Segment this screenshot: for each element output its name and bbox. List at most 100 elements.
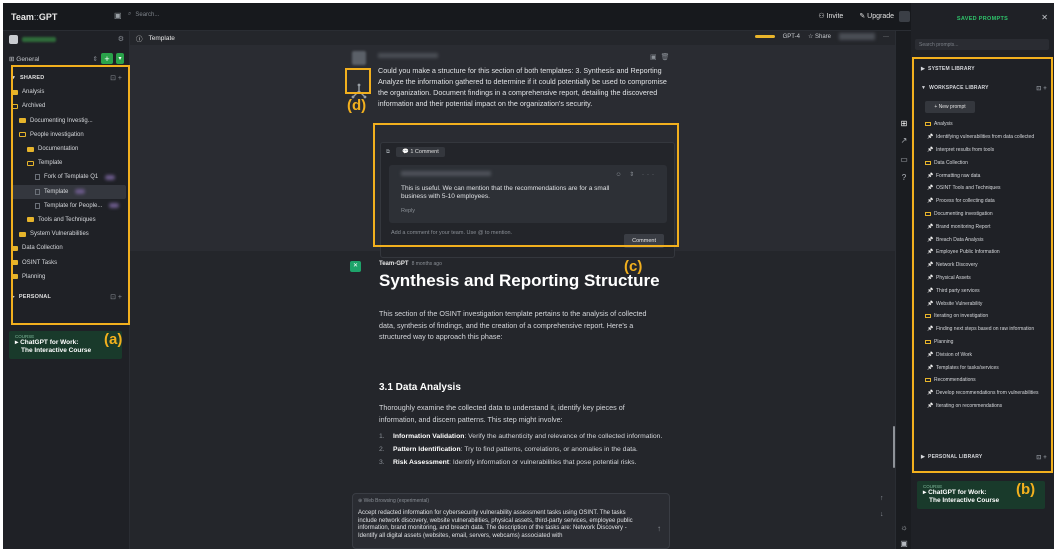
document-icon xyxy=(35,188,40,195)
tree-item[interactable]: Planning xyxy=(11,270,126,284)
prompt-item[interactable]: 📌 Brand monitoring Report xyxy=(925,220,1051,233)
panel-icon[interactable]: ▣ xyxy=(899,539,909,549)
tree-item-label: Data Collection xyxy=(22,245,63,252)
comment-text: This is useful. We can mention that the … xyxy=(401,185,610,200)
global-search[interactable]: ⌕ Search... xyxy=(128,11,159,18)
prompt-item[interactable]: 📌 Templates for tasks/services xyxy=(925,361,1051,374)
invite-button[interactable]: ⚇ Invite xyxy=(818,12,843,20)
composer-input[interactable]: Accept redacted information for cybersec… xyxy=(358,510,638,540)
annotation-label-d: (d) xyxy=(347,97,367,114)
system-library-header[interactable]: ▶ SYSTEM LIBRARY xyxy=(921,66,1047,72)
share-button[interactable]: ☆ Share xyxy=(808,33,831,40)
prompt-item[interactable]: 📌 Network Discovery xyxy=(925,259,1051,272)
folder-icon xyxy=(925,378,931,383)
prompt-item[interactable]: 📌 Process for collecting data xyxy=(925,195,1051,208)
tree-item[interactable]: Fork of Template Q1 xyxy=(11,170,126,184)
user-message-text: Could you make a structure for this sect… xyxy=(378,66,667,108)
tree-item[interactable]: Tools and Techniques xyxy=(11,213,126,227)
tree-item[interactable]: Template for People... xyxy=(11,199,126,213)
brand-logo[interactable]: Team::GPT xyxy=(11,12,57,22)
prompt-search-input[interactable]: Search prompts... xyxy=(915,39,1049,50)
prompt-item[interactable]: 📌 OSINT Tools and Techniques xyxy=(925,182,1051,195)
more-icon[interactable]: ··· xyxy=(883,34,889,40)
tree-item[interactable]: System Vulnerabilities xyxy=(11,227,126,241)
message-composer[interactable]: ⊕ Web Browsing (experimental) Accept red… xyxy=(352,493,670,549)
model-selector[interactable]: GPT-4 xyxy=(783,34,800,40)
scroll-down-icon[interactable]: ↓ xyxy=(880,507,884,523)
tree-item[interactable]: Archived xyxy=(11,99,126,113)
pin-icon: 📌 xyxy=(927,172,934,179)
gear-icon[interactable]: ⚙ xyxy=(118,35,124,43)
workspace-selector[interactable]: ⚙ xyxy=(9,34,124,44)
new-prompt-button[interactable]: + New prompt xyxy=(925,101,975,113)
prompt-item[interactable]: 📌 Interpret results from tools xyxy=(925,144,1051,157)
chat-icon[interactable]: ▭ xyxy=(899,155,909,165)
comments-toggle[interactable]: 💬 1 Comment xyxy=(395,147,445,157)
comment-button[interactable]: Comment xyxy=(624,234,664,248)
prompt-item[interactable]: 📌 Breach Data Analysis xyxy=(925,233,1051,246)
library-actions[interactable]: ⊡ + xyxy=(1036,454,1047,461)
prompt-label: Division of Work xyxy=(936,351,973,358)
user-avatar[interactable] xyxy=(899,11,910,22)
sun-icon[interactable]: ☼ xyxy=(899,523,909,533)
list-item: 3. Risk Assessment: Identify information … xyxy=(379,459,637,466)
prompt-item[interactable]: 📌 Develop recommendations from vulnerabil… xyxy=(925,387,1051,400)
prompt-item[interactable]: 📌 Website Vulnerability xyxy=(925,297,1051,310)
caret-down-icon: ▼ xyxy=(11,75,16,82)
message-actions[interactable]: ▣🗑 xyxy=(650,53,674,61)
trend-icon[interactable]: ↗ xyxy=(899,136,909,146)
upgrade-button[interactable]: ✎ Upgrade xyxy=(859,12,894,20)
tree-item[interactable]: People investigation xyxy=(11,128,126,142)
workspace-library-header[interactable]: ▼ WORKSPACE LIBRARY ⊡ + xyxy=(921,85,1047,92)
new-chat-button[interactable]: + xyxy=(101,53,113,64)
reply-link[interactable]: Reply xyxy=(401,208,415,214)
scroll-up-icon[interactable]: ↑ xyxy=(880,491,884,507)
prompt-item[interactable]: 📌 Division of Work xyxy=(925,348,1051,361)
user-message: ▣🗑 Could you make a structure for this s… xyxy=(130,45,895,258)
library-actions[interactable]: ⊡ + xyxy=(1036,85,1047,92)
user-name-redacted xyxy=(378,53,438,58)
prompt-folder[interactable]: Analysis xyxy=(925,118,1051,131)
personal-library-header[interactable]: ▶ PERSONAL LIBRARY ⊡ + xyxy=(921,454,1047,461)
section-personal[interactable]: ▶ PERSONAL ⊡ + xyxy=(11,290,126,304)
prompt-item[interactable]: 📌 Iterating on recommendations xyxy=(925,400,1051,413)
section-actions[interactable]: ⊡ + xyxy=(110,293,126,301)
copy-icon[interactable]: ⧉ xyxy=(386,149,390,156)
tree-item[interactable]: OSINT Tasks xyxy=(11,255,126,269)
prompt-item[interactable]: 📌 Identifying vulnerabilities from data c… xyxy=(925,131,1051,144)
help-icon[interactable]: ? xyxy=(899,173,909,183)
prompt-folder[interactable]: Data Collection xyxy=(925,156,1051,169)
prompt-folder[interactable]: Planning xyxy=(925,336,1051,349)
send-icon[interactable]: ↑ xyxy=(657,524,661,533)
workspace-badge xyxy=(9,34,18,44)
section-actions[interactable]: ⊡ + xyxy=(110,74,126,82)
tree-item[interactable]: Template xyxy=(11,184,126,199)
close-icon[interactable]: ✕ xyxy=(1041,13,1048,22)
prompt-folder[interactable]: Documenting investigation xyxy=(925,208,1051,221)
section-shared[interactable]: ▼ SHARED ⊡ + xyxy=(11,71,126,85)
prompt-item[interactable]: 📌 Formatting raw data xyxy=(925,169,1051,182)
prompts-icon[interactable]: ⊞ xyxy=(899,119,909,129)
prompt-folder[interactable]: Iterating on investigation xyxy=(925,310,1051,323)
web-browsing-mode: Web Browsing (experimental) xyxy=(363,498,430,504)
search-input[interactable]: Search... xyxy=(135,12,159,18)
prompt-item[interactable]: 📌 Third party services xyxy=(925,284,1051,297)
new-chat-dropdown[interactable]: ▾ xyxy=(116,53,124,64)
tree-item[interactable]: Documenting Investig... xyxy=(11,114,126,128)
channel-general[interactable]: ⊞ General xyxy=(9,55,39,63)
pin-icon: 📌 xyxy=(927,326,934,333)
sidebar-toggle-icon[interactable]: ▣ xyxy=(114,11,122,20)
chevron-updown-icon[interactable]: ⇕ xyxy=(93,55,98,63)
prompt-item[interactable]: 📌 Employee Public Information xyxy=(925,246,1051,259)
comment-actions[interactable]: ☺ ⇕ ··· xyxy=(616,171,657,178)
folder-open-icon xyxy=(27,160,34,166)
tree-item[interactable]: Template xyxy=(11,156,126,170)
prompt-item[interactable]: 📌 Physical Assets xyxy=(925,272,1051,285)
tree-item[interactable]: Data Collection xyxy=(11,241,126,255)
tree-item[interactable]: Documentation xyxy=(11,142,126,156)
prompt-folder[interactable]: Recommendations xyxy=(925,374,1051,387)
prompt-item[interactable]: 📌 Finding next steps based on raw informa… xyxy=(925,323,1051,336)
app-window: Team::GPT ▣ ⌕ Search... ⚇ Invite ✎ Upgra… xyxy=(3,3,1054,549)
info-icon[interactable]: ⓘ xyxy=(136,33,143,43)
tree-item[interactable]: Analysis xyxy=(11,85,126,99)
